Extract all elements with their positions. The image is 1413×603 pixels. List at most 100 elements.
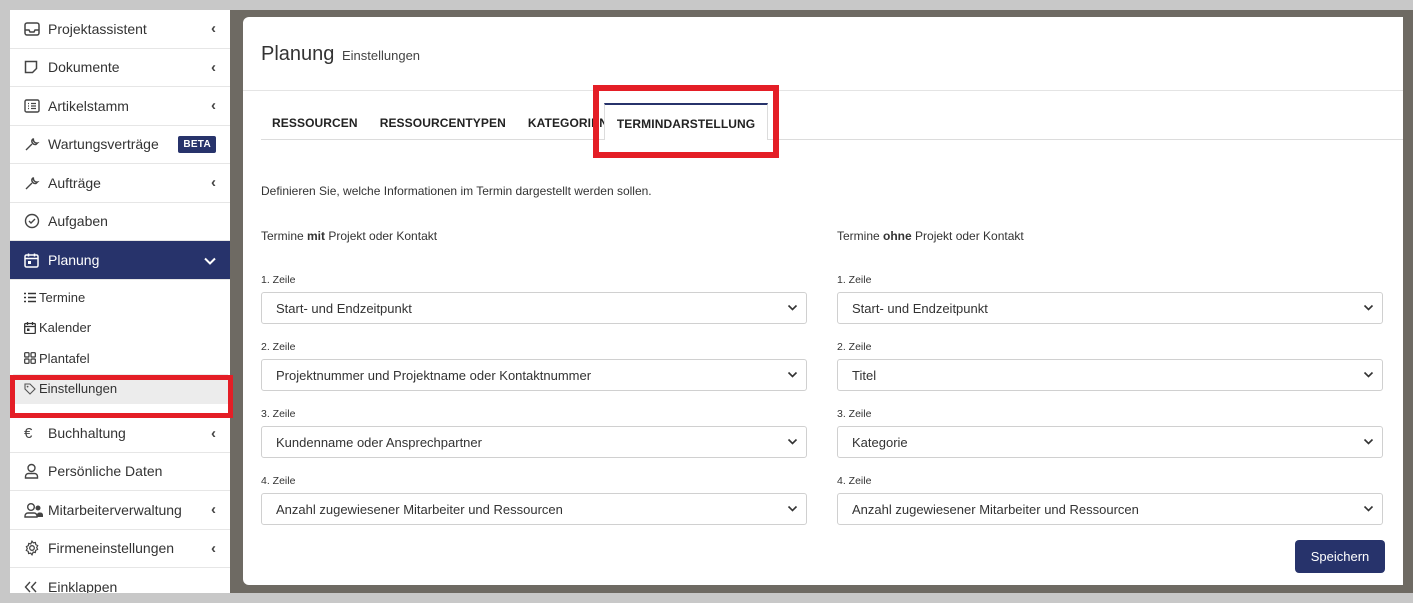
sidebar-item-mitarbeiterverwaltung[interactable]: Mitarbeiterverwaltung ‹ (10, 491, 230, 530)
heading-text: Projekt oder Kontakt (911, 229, 1024, 243)
beta-badge: BETA (178, 135, 216, 153)
chevron-down-icon (787, 371, 798, 378)
sidebar: Projektassistent ‹ Dokumente ‹ Artikelst… (10, 10, 230, 593)
list-icon (24, 292, 38, 303)
chevron-left-icon: ‹ (211, 20, 216, 38)
field-label: 4. Zeile (261, 475, 296, 487)
wrench-icon (24, 135, 44, 153)
select-value: Kundenname oder Ansprechpartner (276, 435, 482, 450)
sidebar-item-label: Projektassistent (48, 20, 147, 37)
settings-panel: Planung Einstellungen RESSOURCEN RESSOUR… (243, 17, 1403, 585)
chevron-down-icon (1363, 438, 1374, 445)
chevron-down-icon (787, 505, 798, 512)
sidebar-item-label: Mitarbeiterverwaltung (48, 501, 182, 518)
chevron-down-icon (1363, 371, 1374, 378)
sidebar-item-artikelstamm[interactable]: Artikelstamm ‹ (10, 87, 230, 126)
chevron-down-icon (787, 304, 798, 311)
select-value: Titel (852, 368, 877, 383)
divider (243, 90, 1403, 91)
highlight-box (10, 375, 233, 418)
sidebar-item-planung[interactable]: Planung (10, 241, 230, 280)
description-text: Definieren Sie, welche Informationen im … (261, 184, 652, 198)
sidebar-item-label: Planung (48, 252, 100, 268)
sidebar-subitem-label: Kalender (39, 320, 92, 336)
sidebar-item-auftraege[interactable]: Aufträge ‹ (10, 164, 230, 203)
select-value: Anzahl zugewiesener Mitarbeiter und Ress… (852, 502, 1139, 517)
tabs-underline (261, 139, 1403, 140)
field-label: 4. Zeile (837, 475, 872, 487)
tab-ressourcen[interactable]: RESSOURCEN (261, 103, 369, 139)
calendar-icon (24, 251, 44, 269)
chevron-left-icon: ‹ (211, 424, 216, 442)
select-value: Kategorie (852, 435, 908, 450)
sidebar-subitem-termine[interactable]: Termine (10, 282, 230, 313)
sidebar-item-label: Wartungsverträge (48, 136, 159, 153)
right-line2-select[interactable]: Titel (837, 359, 1383, 391)
select-value: Anzahl zugewiesener Mitarbeiter und Ress… (276, 502, 563, 517)
sidebar-item-label: Aufgaben (48, 213, 108, 230)
select-value: Projektnummer und Projektname oder Konta… (276, 368, 592, 383)
sidebar-item-label: Aufträge (48, 174, 101, 191)
field-label: 2. Zeile (837, 341, 872, 353)
right-line3-select[interactable]: Kategorie (837, 426, 1383, 458)
left-line3-select[interactable]: Kundenname oder Ansprechpartner (261, 426, 807, 458)
sidebar-subitem-plantafel[interactable]: Plantafel (10, 343, 230, 374)
chevron-left-icon: ‹ (211, 58, 216, 76)
list-icon (24, 97, 44, 115)
sidebar-collapse-button[interactable]: Einklappen (10, 568, 230, 593)
tab-ressourcentypen[interactable]: RESSOURCENTYPEN (369, 103, 517, 139)
sidebar-subitem-label: Plantafel (39, 350, 90, 366)
chevron-down-icon (1363, 304, 1374, 311)
field-label: 2. Zeile (261, 341, 296, 353)
left-line2-select[interactable]: Projektnummer und Projektname oder Konta… (261, 359, 807, 391)
sidebar-item-projektassistent[interactable]: Projektassistent ‹ (10, 10, 230, 49)
save-button[interactable]: Speichern (1295, 540, 1385, 573)
page-title-main: Planung (261, 43, 335, 65)
chevron-left-icon: ‹ (211, 501, 216, 519)
field-label: 1. Zeile (837, 274, 872, 286)
sidebar-item-persoenliche-daten[interactable]: Persönliche Daten (10, 453, 230, 491)
sidebar-item-aufgaben[interactable]: Aufgaben (10, 203, 230, 241)
sidebar-item-dokumente[interactable]: Dokumente ‹ (10, 49, 230, 87)
heading-text: Projekt oder Kontakt (325, 229, 438, 243)
select-value: Start- und Endzeitpunkt (276, 301, 412, 316)
heading-bold: mit (307, 229, 326, 243)
page-title: Planung Einstellungen (261, 43, 420, 66)
euro-icon: € (24, 424, 33, 442)
sidebar-subitem-kalender[interactable]: Kalender (10, 313, 230, 344)
heading-bold: ohne (883, 229, 912, 243)
right-line4-select[interactable]: Anzahl zugewiesener Mitarbeiter und Ress… (837, 493, 1383, 525)
sidebar-item-label: Persönliche Daten (48, 463, 163, 480)
right-line1-select[interactable]: Start- und Endzeitpunkt (837, 292, 1383, 324)
chevron-left-icon: ‹ (211, 174, 216, 192)
check-circle-icon (24, 212, 44, 230)
inbox-icon (24, 20, 44, 38)
left-line4-select[interactable]: Anzahl zugewiesener Mitarbeiter und Ress… (261, 493, 807, 525)
sidebar-item-label: Firmeneinstellungen (48, 540, 175, 557)
page-subtitle: Einstellungen (341, 48, 421, 63)
field-label: 3. Zeile (837, 408, 872, 420)
users-icon (24, 501, 44, 519)
chevron-left-icon: ‹ (211, 539, 216, 557)
document-icon (24, 58, 44, 76)
highlight-box (593, 85, 779, 158)
wrench-icon (24, 174, 44, 192)
heading-text: Termine (261, 229, 308, 243)
field-label: 3. Zeile (261, 408, 296, 420)
calendar-icon (24, 321, 38, 334)
sidebar-item-buchhaltung[interactable]: € Buchhaltung ‹ (10, 414, 230, 453)
chevron-left-icon: ‹ (211, 97, 216, 115)
tab-kategorien[interactable]: KATEGORIEN (517, 103, 604, 139)
sidebar-item-label: Artikelstamm (48, 97, 129, 114)
sidebar-item-label: Buchhaltung (48, 425, 126, 442)
sidebar-item-label: Dokumente (48, 59, 120, 76)
select-value: Start- und Endzeitpunkt (852, 301, 988, 316)
chevron-down-icon (204, 252, 216, 269)
chevron-down-icon (787, 438, 798, 445)
right-column-heading: Termine ohne Projekt oder Kontakt (837, 229, 1024, 243)
sidebar-item-firmeneinstellungen[interactable]: Firmeneinstellungen ‹ (10, 530, 230, 568)
sidebar-subitem-label: Termine (39, 289, 86, 305)
double-chevron-left-icon (24, 578, 44, 593)
sidebar-item-wartungsvertraege[interactable]: Wartungsverträge BETA (10, 126, 230, 164)
left-line1-select[interactable]: Start- und Endzeitpunkt (261, 292, 807, 324)
